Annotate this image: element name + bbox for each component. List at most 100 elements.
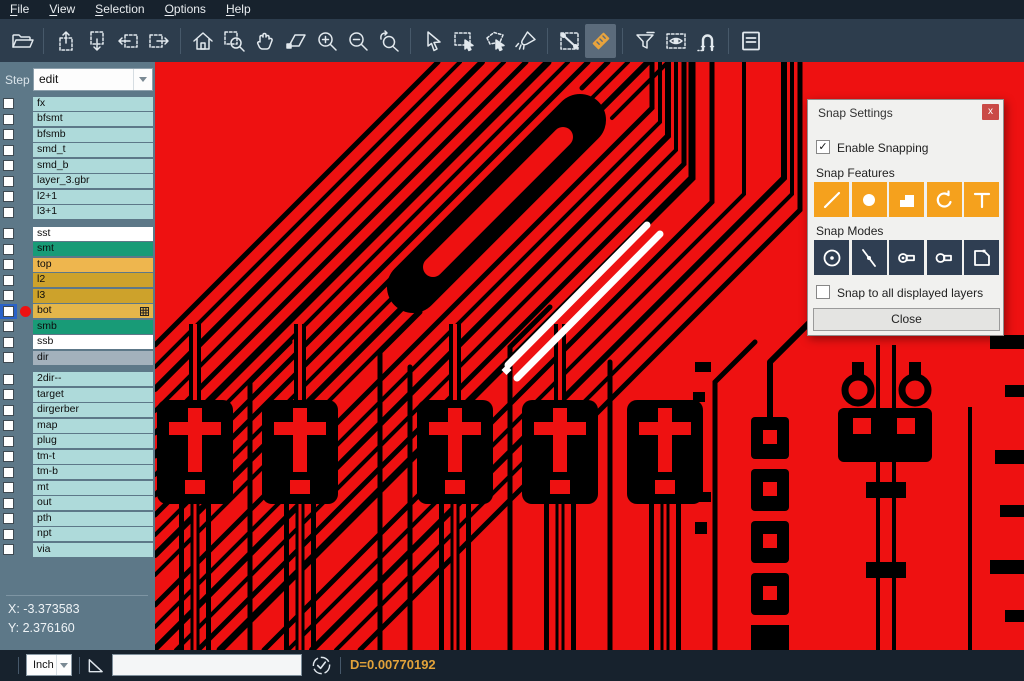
layer-row-mt[interactable]: mt — [0, 480, 155, 496]
layer-label[interactable]: fx — [33, 97, 153, 111]
layer-checkbox[interactable] — [3, 498, 14, 509]
layer-row-l3[interactable]: l3 — [0, 288, 155, 304]
layer-row-dirgerber[interactable]: dirgerber — [0, 403, 155, 419]
layer-row-bot[interactable]: bot — [0, 304, 155, 320]
layer-label[interactable]: l3+1 — [33, 205, 153, 219]
layer-label[interactable]: l3 — [33, 289, 153, 303]
layer-row-bfsmt[interactable]: bfsmt — [0, 112, 155, 128]
menu-selection[interactable]: Selection — [85, 0, 154, 19]
layer-row-ssb[interactable]: ssb — [0, 335, 155, 351]
layer-label[interactable]: npt — [33, 527, 153, 541]
layer-checkbox[interactable] — [3, 228, 14, 239]
layer-row-smd_b[interactable]: smd_b — [0, 158, 155, 174]
select-rectangle-icon[interactable] — [448, 24, 479, 58]
layer-checkbox[interactable] — [3, 467, 14, 478]
layer-checkbox[interactable] — [3, 451, 14, 462]
zoom-home-icon[interactable] — [187, 24, 218, 58]
layer-checkbox[interactable] — [3, 176, 14, 187]
layer-row-via[interactable]: via — [0, 542, 155, 558]
layer-checkbox[interactable] — [3, 275, 14, 286]
zoom-in-icon[interactable] — [311, 24, 342, 58]
layer-checkbox[interactable] — [3, 513, 14, 524]
layer-checkbox[interactable] — [3, 244, 14, 255]
units-select[interactable]: Inch — [26, 654, 72, 676]
pan-right-icon[interactable] — [143, 24, 174, 58]
layer-row-bfsmb[interactable]: bfsmb — [0, 127, 155, 143]
angle-icon[interactable] — [86, 656, 105, 675]
layer-checkbox[interactable] — [3, 405, 14, 416]
layer-checkbox[interactable] — [3, 436, 14, 447]
layer-checkbox[interactable] — [3, 544, 14, 555]
layer-row-l2[interactable]: l2 — [0, 273, 155, 289]
pan-up-icon[interactable] — [50, 24, 81, 58]
layer-row-npt[interactable]: npt — [0, 527, 155, 543]
zoom-out-icon[interactable] — [342, 24, 373, 58]
layer-row-top[interactable]: top — [0, 257, 155, 273]
step-select[interactable]: edit — [33, 68, 153, 91]
layer-label[interactable]: l2+1 — [33, 190, 153, 204]
filter-icon[interactable] — [629, 24, 660, 58]
snap-pad-icon[interactable] — [852, 182, 887, 217]
layer-label[interactable]: tm-b — [33, 465, 153, 479]
layer-label[interactable]: smt — [33, 242, 153, 256]
layer-row-l2+1[interactable]: l2+1 — [0, 189, 155, 205]
layer-row-tm-b[interactable]: tm-b — [0, 465, 155, 481]
layer-label[interactable]: smb — [33, 320, 153, 334]
layer-checkbox[interactable] — [3, 114, 14, 125]
dialog-close-icon[interactable]: x — [982, 104, 999, 120]
pan-left-icon[interactable] — [112, 24, 143, 58]
layer-checkbox[interactable] — [3, 191, 14, 202]
layer-label[interactable]: via — [33, 543, 153, 557]
menu-view[interactable]: View — [39, 0, 85, 19]
layer-label[interactable]: smd_b — [33, 159, 153, 173]
zoom-previous-icon[interactable] — [373, 24, 404, 58]
layer-label[interactable]: layer_3.gbr — [33, 174, 153, 188]
layer-label[interactable]: target — [33, 388, 153, 402]
layer-checkbox[interactable] — [3, 207, 14, 218]
layer-label[interactable]: sst — [33, 227, 153, 241]
layer-row-smb[interactable]: smb — [0, 319, 155, 335]
enable-snapping-checkbox[interactable]: ✓ — [816, 140, 830, 154]
layer-checkbox[interactable] — [3, 129, 14, 140]
layer-checkbox[interactable] — [3, 529, 14, 540]
pan-hand-icon[interactable] — [249, 24, 280, 58]
snap-center-icon[interactable] — [814, 240, 849, 275]
layer-row-out[interactable]: out — [0, 496, 155, 512]
layer-label[interactable]: tm-t — [33, 450, 153, 464]
layer-checkbox[interactable] — [3, 290, 14, 301]
layer-row-map[interactable]: map — [0, 418, 155, 434]
layer-row-layer_3.gbr[interactable]: layer_3.gbr — [0, 174, 155, 190]
layer-label[interactable]: plug — [33, 434, 153, 448]
layer-checkbox[interactable] — [3, 145, 14, 156]
layer-checkbox[interactable] — [3, 389, 14, 400]
layer-checkbox[interactable] — [3, 160, 14, 171]
layer-checkbox[interactable] — [3, 259, 14, 270]
layer-row-smd_t[interactable]: smd_t — [0, 143, 155, 159]
layer-label[interactable]: top — [33, 258, 153, 272]
snap-pad-slot-icon[interactable] — [927, 240, 962, 275]
layer-checkbox[interactable] — [3, 420, 14, 431]
layer-label[interactable]: map — [33, 419, 153, 433]
snap-pad-slot-filled-icon[interactable] — [889, 240, 924, 275]
snap-all-layers-checkbox[interactable] — [816, 285, 830, 299]
apply-check-icon[interactable] — [311, 655, 332, 676]
measure-value-input[interactable] — [112, 654, 302, 676]
measure-distance-icon[interactable] — [554, 24, 585, 58]
snap-text-icon[interactable] — [964, 182, 999, 217]
layer-row-fx[interactable]: fx — [0, 96, 155, 112]
snap-line-icon[interactable] — [814, 182, 849, 217]
view-eye-icon[interactable] — [660, 24, 691, 58]
clear-brush-icon[interactable] — [510, 24, 541, 58]
zoom-window-icon[interactable] — [218, 24, 249, 58]
layer-checkbox[interactable] — [3, 337, 14, 348]
layer-checkbox[interactable] — [3, 374, 14, 385]
layer-checkbox[interactable] — [3, 321, 14, 332]
layer-row-smt[interactable]: smt — [0, 242, 155, 258]
layer-label[interactable]: out — [33, 496, 153, 510]
snap-magnet-icon[interactable] — [691, 24, 722, 58]
snap-contour-icon[interactable] — [964, 240, 999, 275]
layer-checkbox[interactable] — [3, 352, 14, 363]
layer-label[interactable]: mt — [33, 481, 153, 495]
close-button[interactable]: Close — [813, 308, 1000, 331]
layer-label[interactable]: bot — [33, 304, 153, 318]
